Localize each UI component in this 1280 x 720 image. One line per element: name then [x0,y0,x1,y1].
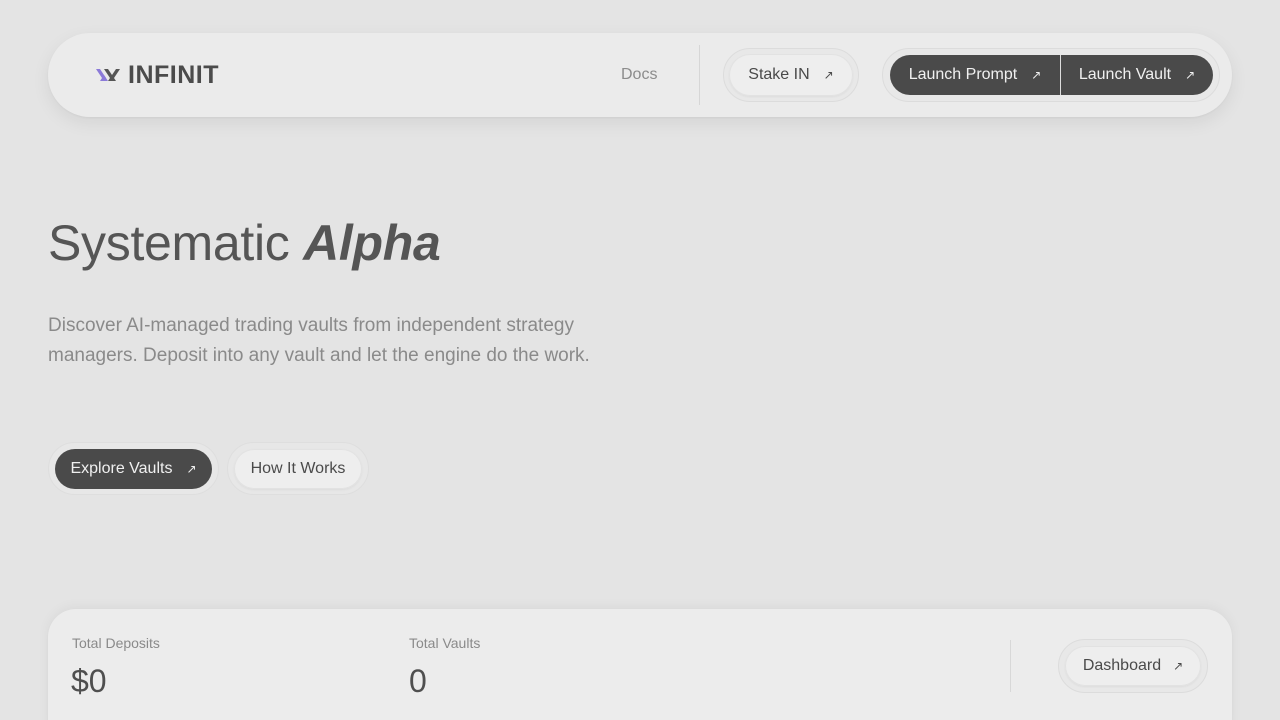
brand-logo[interactable]: INFINIT [94,61,219,89]
launch-button-group: Launch Prompt ↗ Launch Vault ↗ [882,48,1220,102]
total-deposits-label: Total Deposits [72,635,160,651]
top-navbar: INFINIT Docs Stake IN ↗ Launch Prompt ↗ … [48,33,1232,117]
total-vaults-value: 0 [409,663,427,699]
infinit-logo-icon [96,69,120,81]
how-it-works-button[interactable]: How It Works [234,449,362,489]
how-it-works-label: How It Works [250,460,346,477]
header-divider [699,45,700,105]
stats-divider [1010,640,1011,692]
brand-name: INFINIT [128,61,219,89]
arrow-up-right-icon: ↗ [1185,68,1196,82]
dashboard-button-frame: Dashboard ↗ [1058,639,1208,693]
launch-prompt-button[interactable]: Launch Prompt ↗ [890,55,1060,95]
launch-vault-label: Launch Vault [1078,66,1172,83]
explore-vaults-label: Explore Vaults [70,460,173,477]
page: INFINIT Docs Stake IN ↗ Launch Prompt ↗ … [0,0,1280,720]
hero-description: Discover AI-managed trading vaults from … [48,315,590,366]
dashboard-button[interactable]: Dashboard ↗ [1065,646,1201,686]
hero-title: Systematic Alpha [48,214,441,272]
launch-vault-button[interactable]: Launch Vault ↗ [1061,55,1213,95]
arrow-up-right-icon: ↗ [1173,659,1184,673]
arrow-up-right-icon: ↗ [823,68,834,82]
total-vaults-label: Total Vaults [409,635,481,651]
explore-button-frame: Explore Vaults ↗ [48,442,219,495]
total-deposits-value: $0 [71,663,107,699]
stake-in-button[interactable]: Stake IN ↗ [729,54,853,96]
hero-title-plain: Systematic [48,215,304,271]
dashboard-label: Dashboard [1082,657,1162,674]
stake-button-frame: Stake IN ↗ [723,48,859,102]
launch-prompt-label: Launch Prompt [908,66,1018,83]
hero-title-emphasis: Alpha [303,215,441,271]
arrow-up-right-icon: ↗ [186,462,197,476]
stats-card: Total Deposits $0 Total Vaults 0 Dashboa… [48,609,1232,720]
how-button-frame: How It Works [227,442,369,495]
stake-in-label: Stake IN [748,66,810,83]
docs-link[interactable]: Docs [621,66,657,84]
explore-vaults-button[interactable]: Explore Vaults ↗ [55,449,212,489]
arrow-up-right-icon: ↗ [1031,68,1042,82]
